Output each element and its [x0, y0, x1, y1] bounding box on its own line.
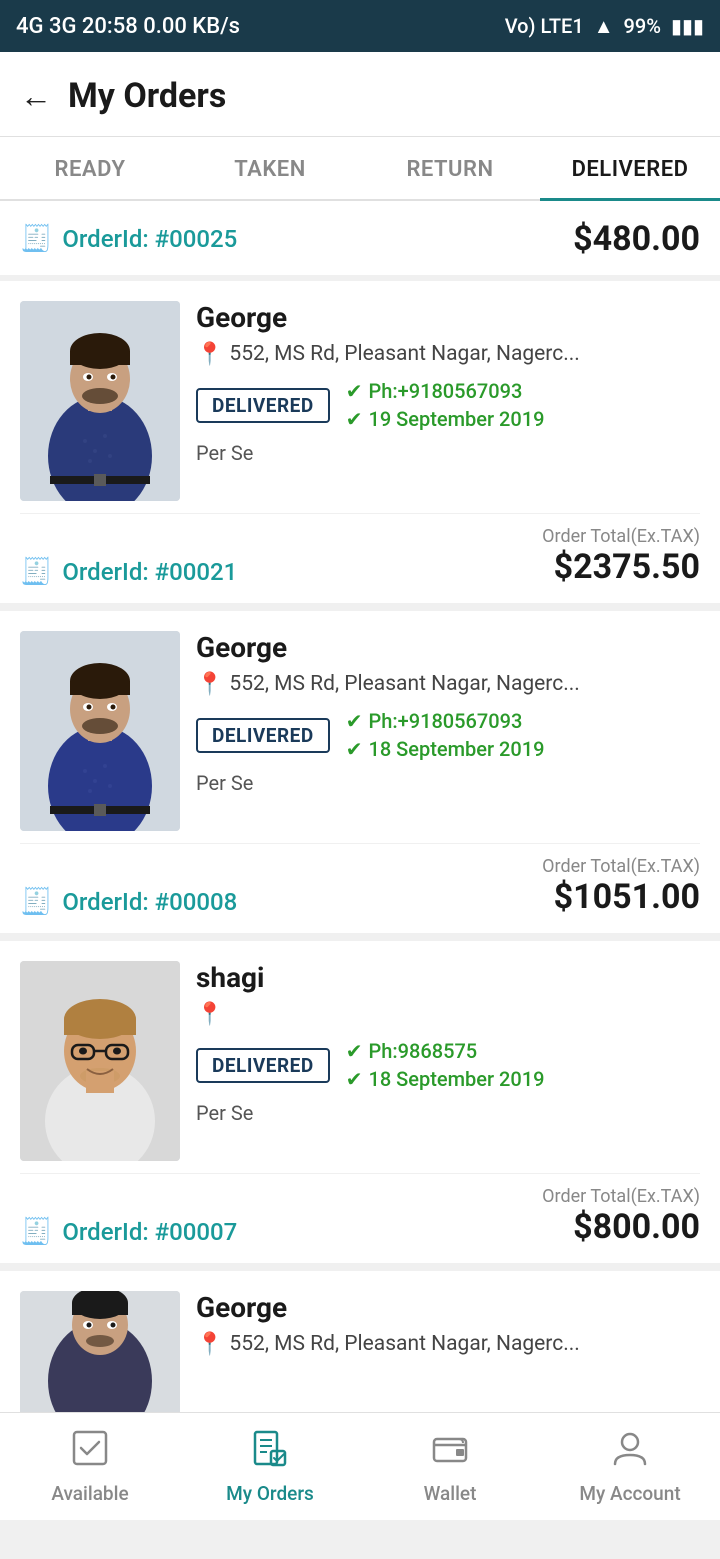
- order-info-1: George 📍 552, MS Rd, Pleasant Nagar, Nag…: [196, 301, 700, 501]
- check-icon-phone-3: ✔: [346, 1039, 363, 1063]
- phone-row-2: ✔ Ph:+9180567093: [346, 709, 545, 733]
- nav-my-orders-label: My Orders: [226, 1482, 314, 1505]
- delivered-badge-3: DELIVERED: [196, 1048, 330, 1083]
- status-bar: 4G 3G 20:58 0.00 KB/s Vo) LTE1 ▲ 99% ▮▮▮: [0, 0, 720, 52]
- date-row-2: ✔ 18 September 2019: [346, 737, 545, 761]
- battery-text: 99%: [624, 14, 661, 38]
- date-row-3: ✔ 18 September 2019: [346, 1067, 545, 1091]
- status-right: Vo) LTE1 ▲ 99% ▮▮▮: [505, 14, 704, 39]
- check-icon-phone-2: ✔: [346, 709, 363, 733]
- partial-order-card: George 📍 552, MS Rd, Pleasant Nagar, Nag…: [0, 1271, 720, 1431]
- tab-ready[interactable]: READY: [0, 137, 180, 199]
- customer-photo-1: [20, 301, 180, 501]
- check-icon-date-3: ✔: [346, 1067, 363, 1091]
- order-card-2: George 📍 552, MS Rd, Pleasant Nagar, Nag…: [0, 611, 720, 933]
- partial-order-info: George 📍 552, MS Rd, Pleasant Nagar, Nag…: [196, 1291, 700, 1357]
- delivery-by-2: Per Se: [196, 771, 700, 795]
- contact-info-2: ✔ Ph:+9180567093 ✔ 18 September 2019: [346, 709, 545, 761]
- nav-available-label: Available: [51, 1482, 128, 1505]
- order-info-2: George 📍 552, MS Rd, Pleasant Nagar, Nag…: [196, 631, 700, 831]
- order-footer-3: 🧾 OrderId: #00007 Order Total(Ex.TAX) $8…: [20, 1173, 700, 1263]
- back-button[interactable]: ←: [20, 77, 52, 115]
- nav-wallet-label: Wallet: [424, 1482, 477, 1505]
- order-id-2[interactable]: 🧾 OrderId: #00008: [20, 887, 237, 917]
- delivery-by-1: Per Se: [196, 441, 700, 465]
- receipt-icon-2: 🧾: [20, 887, 52, 917]
- customer-address-3: 📍: [196, 1002, 700, 1027]
- nav-wallet[interactable]: Wallet: [360, 1413, 540, 1520]
- delivery-by-3: Per Se: [196, 1101, 700, 1125]
- bottom-nav: Available My Orders Wallet: [0, 1412, 720, 1520]
- order-total-1: Order Total(Ex.TAX) $2375.50: [542, 526, 700, 587]
- available-icon: [71, 1429, 109, 1476]
- order-id-3[interactable]: 🧾 OrderId: #00007: [20, 1217, 237, 1247]
- partial-pin-icon: 📍: [196, 1332, 223, 1357]
- top-order-summary: 🧾 OrderId: #00025 $480.00: [0, 201, 720, 281]
- signal-text: 4G 3G 20:58 0.00 KB/s: [16, 14, 240, 39]
- order-card-3: shagi 📍 DELIVERED ✔ Ph:9868575 ✔ 18: [0, 941, 720, 1263]
- date-row-1: ✔ 19 September 2019: [346, 407, 545, 431]
- tab-taken[interactable]: TAKEN: [180, 137, 360, 199]
- delivery-row-3: DELIVERED ✔ Ph:9868575 ✔ 18 September 20…: [196, 1039, 700, 1091]
- wifi-icon: ▲: [594, 14, 614, 39]
- orders-content: 🧾 OrderId: #00025 $480.00: [0, 201, 720, 1559]
- tab-bar: READY TAKEN RETURN DELIVERED: [0, 137, 720, 201]
- delivery-row-2: DELIVERED ✔ Ph:+9180567093 ✔ 18 Septembe…: [196, 709, 700, 761]
- customer-name-3: shagi: [196, 961, 700, 994]
- order-total-3: Order Total(Ex.TAX) $800.00: [542, 1186, 700, 1247]
- receipt-icon: 🧾: [20, 224, 52, 254]
- contact-info-3: ✔ Ph:9868575 ✔ 18 September 2019: [346, 1039, 545, 1091]
- check-icon-date-1: ✔: [346, 407, 363, 431]
- partial-customer-name: George: [196, 1291, 700, 1324]
- receipt-icon-3: 🧾: [20, 1217, 52, 1247]
- account-icon: [611, 1429, 649, 1476]
- customer-name-2: George: [196, 631, 700, 664]
- phone-row-3: ✔ Ph:9868575: [346, 1039, 545, 1063]
- customer-photo-partial: [20, 1291, 180, 1421]
- battery-icon: ▮▮▮: [671, 14, 704, 38]
- pin-icon-2: 📍: [196, 672, 223, 697]
- delivery-row-1: DELIVERED ✔ Ph:+9180567093 ✔ 19 Septembe…: [196, 379, 700, 431]
- partial-customer-address: 📍 552, MS Rd, Pleasant Nagar, Nagerc...: [196, 1332, 700, 1357]
- customer-address-1: 📍 552, MS Rd, Pleasant Nagar, Nagerc...: [196, 342, 700, 367]
- customer-photo-3: [20, 961, 180, 1161]
- phone-row-1: ✔ Ph:+9180567093: [346, 379, 545, 403]
- volte-icon: Vo) LTE1: [505, 14, 584, 38]
- page-title: My Orders: [68, 76, 226, 116]
- nav-available[interactable]: Available: [0, 1413, 180, 1520]
- wallet-icon: [431, 1429, 469, 1476]
- delivered-badge-1: DELIVERED: [196, 388, 330, 423]
- my-orders-icon: [251, 1429, 289, 1476]
- contact-info-1: ✔ Ph:+9180567093 ✔ 19 September 2019: [346, 379, 545, 431]
- tab-return[interactable]: RETURN: [360, 137, 540, 199]
- pin-icon-1: 📍: [196, 342, 223, 367]
- order-id-1[interactable]: 🧾 OrderId: #00021: [20, 557, 237, 587]
- order-footer-2: 🧾 OrderId: #00008 Order Total(Ex.TAX) $1…: [20, 843, 700, 933]
- customer-address-2: 📍 552, MS Rd, Pleasant Nagar, Nagerc...: [196, 672, 700, 697]
- order-total-2: Order Total(Ex.TAX) $1051.00: [542, 856, 700, 917]
- order-footer-1: 🧾 OrderId: #00021 Order Total(Ex.TAX) $2…: [20, 513, 700, 603]
- status-left: 4G 3G 20:58 0.00 KB/s: [16, 14, 240, 39]
- delivered-badge-2: DELIVERED: [196, 718, 330, 753]
- check-icon-phone-1: ✔: [346, 379, 363, 403]
- nav-my-account[interactable]: My Account: [540, 1413, 720, 1520]
- tab-delivered[interactable]: DELIVERED: [540, 137, 720, 201]
- customer-photo-2: [20, 631, 180, 831]
- pin-icon-3: 📍: [196, 1002, 223, 1027]
- check-icon-date-2: ✔: [346, 737, 363, 761]
- page-header: ← My Orders: [0, 52, 720, 137]
- order-card-1: George 📍 552, MS Rd, Pleasant Nagar, Nag…: [0, 281, 720, 603]
- receipt-icon-1: 🧾: [20, 557, 52, 587]
- top-order-id[interactable]: 🧾 OrderId: #00025: [20, 224, 237, 254]
- customer-name-1: George: [196, 301, 700, 334]
- order-info-3: shagi 📍 DELIVERED ✔ Ph:9868575 ✔ 18: [196, 961, 700, 1161]
- nav-my-account-label: My Account: [579, 1482, 680, 1505]
- nav-my-orders[interactable]: My Orders: [180, 1413, 360, 1520]
- top-order-amount: $480.00: [573, 219, 700, 259]
